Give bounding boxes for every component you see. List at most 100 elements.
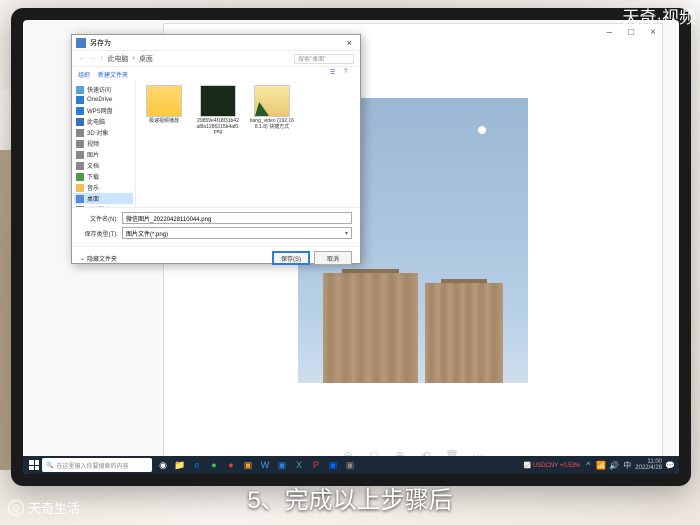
- sidebar-item[interactable]: 桌面: [74, 193, 133, 204]
- sidebar-item[interactable]: 文档: [74, 160, 133, 171]
- dialog-search-input[interactable]: 搜索"桌面": [294, 54, 354, 64]
- file-list-area[interactable]: 极速视频播放 29859e4f18f31b42a8fa1286315b4af0.p…: [136, 81, 360, 207]
- filename-input[interactable]: 微信图片_20220428110044.png: [122, 212, 352, 224]
- sidebar-item[interactable]: 快速访问: [74, 84, 133, 95]
- file-thumbnail: [254, 85, 290, 117]
- search-icon: 🔍: [46, 462, 53, 469]
- sidebar-item-label: 3D 对象: [87, 128, 108, 137]
- taskbar-app-icon[interactable]: ▣: [240, 457, 256, 473]
- tray-clock[interactable]: 11:00 2022/4/28: [635, 459, 662, 471]
- folder-icon: [76, 107, 84, 115]
- dialog-title: 另存为: [90, 38, 111, 48]
- sidebar-item-label: 图片: [87, 150, 99, 159]
- taskbar-app-icon[interactable]: W: [257, 457, 273, 473]
- taskbar-app-icon[interactable]: ▣: [325, 457, 341, 473]
- nav-forward-button[interactable]: →: [89, 55, 96, 62]
- sidebar-item-label: 文档: [87, 161, 99, 170]
- windows-taskbar: 🔍 在这里输入你要搜索的内容 ◉📁e●●▣W▣XP▣▣ 📈 USDCNY +0.…: [23, 456, 679, 474]
- hide-folders-toggle[interactable]: ⌄ 隐藏文件夹: [80, 254, 117, 263]
- sidebar-item[interactable]: 3D 对象: [74, 127, 133, 138]
- taskbar-app-icon[interactable]: ▣: [342, 457, 358, 473]
- nav-up-button[interactable]: ↑: [100, 55, 104, 62]
- viewer-min-button[interactable]: –: [607, 27, 613, 38]
- file-item[interactable]: tiang_video (192.168.1.8) 快捷方式: [250, 85, 294, 130]
- file-thumbnail: [200, 85, 236, 117]
- system-tray: 📈 USDCNY +0.53% ^ 📶 🔊 中 11:00 2022/4/28 …: [524, 459, 675, 471]
- file-thumbnail: [146, 85, 182, 117]
- sidebar-item[interactable]: 视频: [74, 138, 133, 149]
- folder-icon: [76, 184, 84, 192]
- dialog-sidebar: 快速访问 OneDrive WPS网盘此电脑 3D 对象视频图片文档下载音乐桌面本地磁…: [72, 81, 136, 207]
- tray-notifications-icon[interactable]: 💬: [665, 460, 675, 470]
- start-button[interactable]: [27, 458, 41, 472]
- folder-icon: [76, 162, 84, 170]
- sidebar-item[interactable]: 此电脑: [74, 116, 133, 127]
- breadcrumb-current[interactable]: 桌面: [139, 54, 153, 64]
- tray-up-icon[interactable]: ^: [583, 460, 593, 470]
- chevron-down-icon: ⌄: [80, 255, 85, 262]
- dialog-close-button[interactable]: ×: [343, 38, 356, 48]
- folder-icon: [76, 173, 84, 181]
- taskbar-app-icon[interactable]: ▣: [274, 457, 290, 473]
- tray-volume-icon[interactable]: 🔊: [609, 460, 619, 470]
- dialog-toolbar: 组织 新建文件夹 ☰ ?: [72, 67, 360, 81]
- sidebar-item-label: 音乐: [87, 183, 99, 192]
- filetype-select[interactable]: 图片文件(*.png): [122, 227, 352, 239]
- desktop-screen: – □ × ⊖ ◻ ⊕ ⟲ 🗑 ⋯ 另存为 × ← → ↑ 此电脑 › 桌面 搜…: [23, 20, 679, 474]
- sidebar-item-label: OneDrive: [87, 97, 112, 103]
- taskbar-app-icon[interactable]: e: [189, 457, 205, 473]
- folder-icon: [76, 86, 84, 94]
- nav-back-button[interactable]: ←: [78, 55, 85, 62]
- tray-ime-icon[interactable]: 中: [622, 460, 632, 470]
- folder-icon: [76, 129, 84, 137]
- sidebar-item-label: 本地磁盘: [87, 205, 111, 207]
- sidebar-item[interactable]: 下载: [74, 171, 133, 182]
- taskbar-apps: ◉📁e●●▣W▣XP▣▣: [155, 457, 358, 473]
- file-label: tiang_video (192.168.1.8) 快捷方式: [250, 119, 294, 130]
- sidebar-item-label: 视频: [87, 139, 99, 148]
- folder-icon: [76, 206, 84, 208]
- sidebar-item[interactable]: 图片: [74, 149, 133, 160]
- save-as-dialog: 另存为 × ← → ↑ 此电脑 › 桌面 搜索"桌面" 组织 新建文件夹 ☰ ?…: [71, 34, 361, 264]
- file-item[interactable]: 极速视频播放: [142, 85, 186, 125]
- breadcrumb-root[interactable]: 此电脑: [108, 54, 129, 64]
- save-button[interactable]: 保存(S): [272, 251, 310, 265]
- sidebar-item-label: 桌面: [87, 194, 99, 203]
- sidebar-item[interactable]: WPS网盘: [74, 105, 133, 116]
- sidebar-item[interactable]: 音乐: [74, 182, 133, 193]
- file-item[interactable]: 29859e4f18f31b42a8fa1286315b4af0.png: [196, 85, 240, 136]
- watermark-top-right: 天奇·视频: [618, 0, 700, 31]
- file-label: 29859e4f18f31b42a8fa1286315b4af0.png: [196, 119, 240, 136]
- taskbar-app-icon[interactable]: ◉: [155, 457, 171, 473]
- taskbar-app-icon[interactable]: ●: [223, 457, 239, 473]
- file-label: 极速视频播放: [149, 119, 179, 125]
- dialog-titlebar: 另存为 ×: [72, 35, 360, 51]
- moon-icon: [478, 126, 486, 134]
- sidebar-item[interactable]: 本地磁盘: [74, 204, 133, 207]
- folder-icon: [76, 118, 84, 126]
- dialog-nav-bar: ← → ↑ 此电脑 › 桌面 搜索"桌面": [72, 51, 360, 67]
- sidebar-item-label: WPS网盘: [87, 106, 113, 115]
- windows-logo-icon: [29, 460, 39, 470]
- taskbar-app-icon[interactable]: P: [308, 457, 324, 473]
- organize-menu[interactable]: 组织: [78, 70, 90, 79]
- cancel-button[interactable]: 取消: [314, 251, 352, 265]
- help-icon[interactable]: ?: [344, 69, 354, 79]
- taskbar-search-input[interactable]: 🔍 在这里输入你要搜索的内容: [42, 458, 152, 472]
- monitor-frame: – □ × ⊖ ◻ ⊕ ⟲ 🗑 ⋯ 另存为 × ← → ↑ 此电脑 › 桌面 搜…: [11, 8, 691, 486]
- building-left: [323, 273, 418, 383]
- sidebar-item-label: 快速访问: [87, 85, 111, 94]
- sidebar-item[interactable]: OneDrive: [74, 95, 133, 105]
- sidebar-item-label: 此电脑: [87, 117, 105, 126]
- view-mode-icon[interactable]: ☰: [330, 69, 340, 79]
- folder-icon: [76, 96, 84, 104]
- video-subtitle: 5、完成以上步骤后: [0, 480, 700, 515]
- tray-network-icon[interactable]: 📶: [596, 460, 606, 470]
- filetype-label: 保存类型(T):: [80, 229, 118, 238]
- taskbar-app-icon[interactable]: 📁: [172, 457, 188, 473]
- taskbar-app-icon[interactable]: X: [291, 457, 307, 473]
- folder-icon: [76, 195, 84, 203]
- stock-widget[interactable]: 📈 USDCNY +0.53%: [524, 462, 581, 469]
- new-folder-button[interactable]: 新建文件夹: [98, 70, 128, 79]
- taskbar-app-icon[interactable]: ●: [206, 457, 222, 473]
